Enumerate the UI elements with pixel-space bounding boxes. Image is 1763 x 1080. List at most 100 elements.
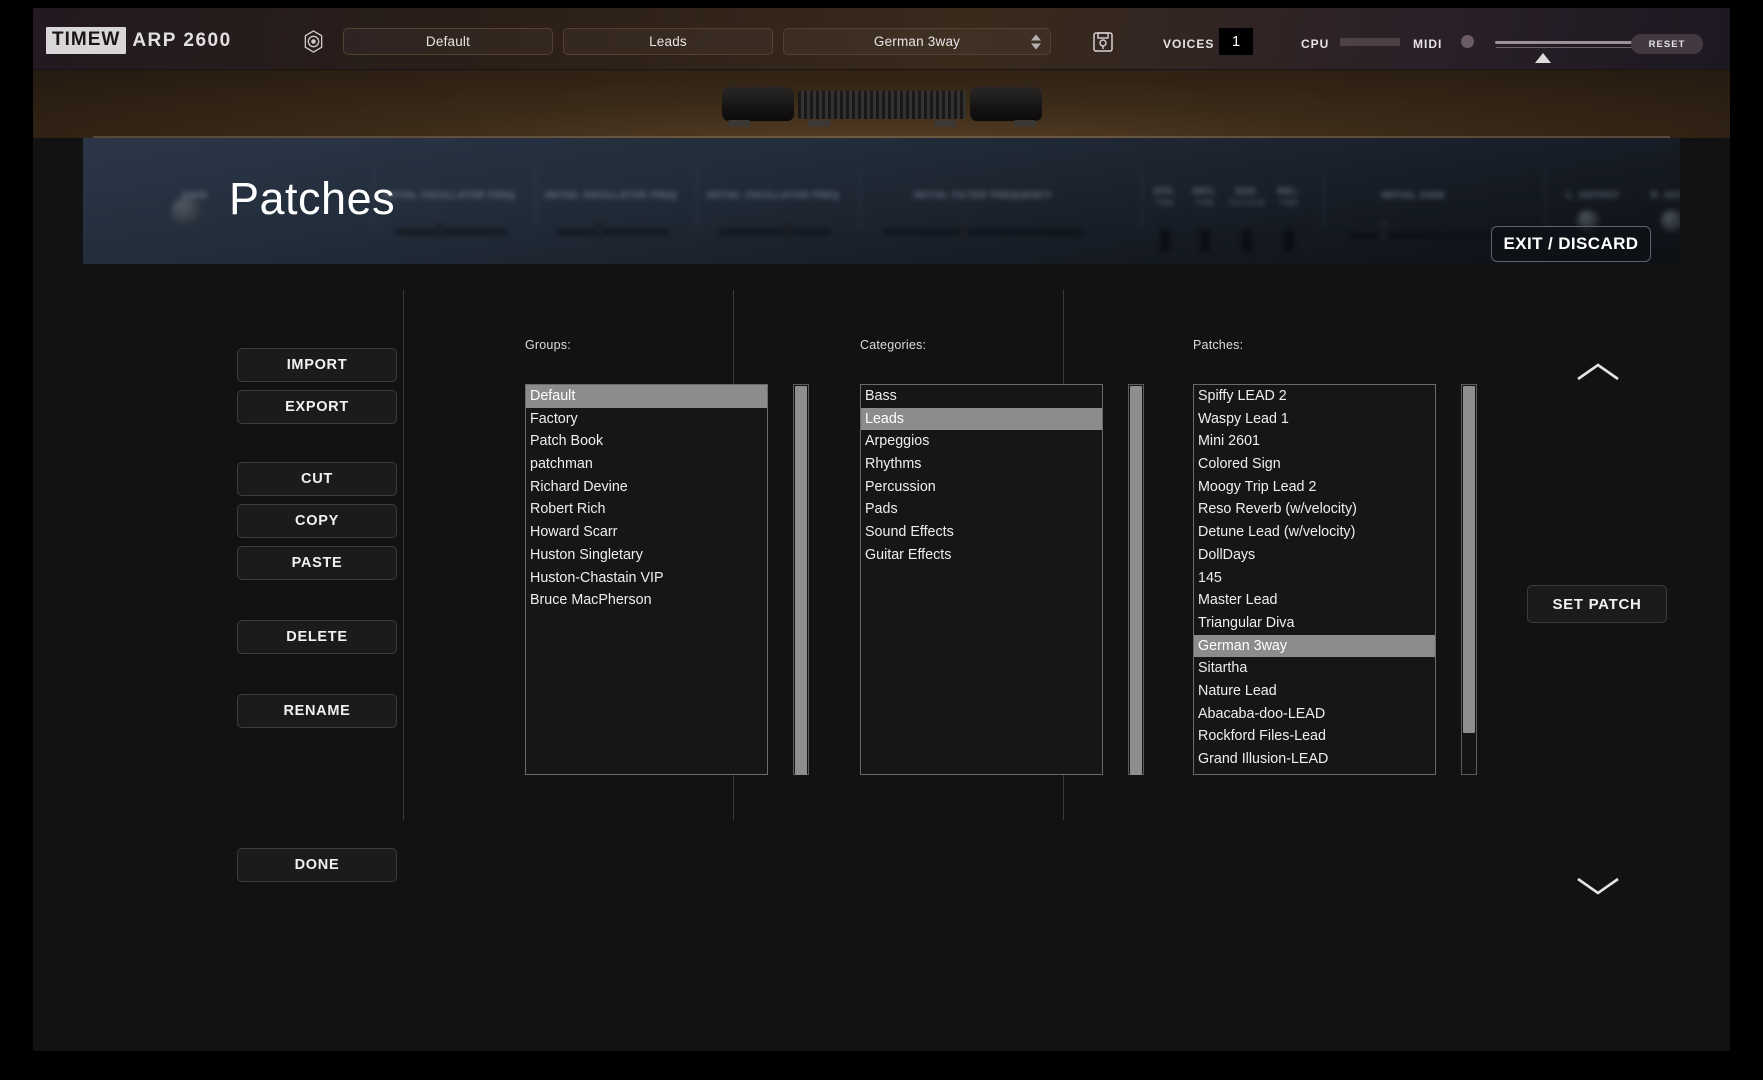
- done-button[interactable]: DONE: [237, 848, 397, 882]
- category-item[interactable]: Bass: [861, 385, 1102, 408]
- patch-item[interactable]: German 3way: [1194, 635, 1435, 658]
- category-item[interactable]: Leads: [861, 408, 1102, 431]
- category-item[interactable]: Arpeggios: [861, 430, 1102, 453]
- paste-button[interactable]: PASTE: [237, 546, 397, 580]
- copy-button[interactable]: COPY: [237, 504, 397, 538]
- group-item[interactable]: Patch Book: [526, 430, 767, 453]
- category-item[interactable]: Pads: [861, 498, 1102, 521]
- group-item[interactable]: Howard Scarr: [526, 521, 767, 544]
- category-item[interactable]: Guitar Effects: [861, 544, 1102, 567]
- delete-button[interactable]: DELETE: [237, 620, 397, 654]
- patch-item[interactable]: 145: [1194, 567, 1435, 590]
- patch-item[interactable]: Nature Lead: [1194, 680, 1435, 703]
- group-item[interactable]: Richard Devine: [526, 476, 767, 499]
- patch-item[interactable]: Colored Sign: [1194, 453, 1435, 476]
- cut-button[interactable]: CUT: [237, 462, 397, 496]
- category-item[interactable]: Rhythms: [861, 453, 1102, 476]
- patch-item[interactable]: DollDays: [1194, 544, 1435, 567]
- chevron-up-icon[interactable]: [1575, 360, 1621, 384]
- panel-label-osc1: INITIAL OSCILLATOR FREQ: [383, 190, 516, 200]
- patches-label: Patches:: [1193, 338, 1243, 352]
- hardware-photo-strip: [33, 70, 1730, 138]
- patch-item[interactable]: Spiffy LEAD 2: [1194, 385, 1435, 408]
- category-item[interactable]: Sound Effects: [861, 521, 1102, 544]
- set-patch-button[interactable]: SET PATCH: [1527, 585, 1667, 623]
- panel-label-filter: INITIAL FILTER FREQUENCY: [914, 190, 1052, 200]
- patch-item[interactable]: Detune Lead (w/velocity): [1194, 521, 1435, 544]
- spinner-down-icon[interactable]: [1031, 43, 1041, 49]
- group-item[interactable]: Default: [526, 385, 767, 408]
- category-item[interactable]: Percussion: [861, 476, 1102, 499]
- preset-group-field[interactable]: Default: [343, 28, 553, 55]
- preset-patch-value: German 3way: [874, 34, 960, 49]
- cpu-label: CPU: [1301, 37, 1329, 51]
- group-item[interactable]: Huston-Chastain VIP: [526, 567, 767, 590]
- groups-scrollbar-thumb[interactable]: [795, 386, 807, 775]
- patch-item[interactable]: Abacaba-doo-LEAD: [1194, 703, 1435, 726]
- preset-category-value: Leads: [649, 34, 687, 49]
- application-root: TIMEW ARP 2600 Default Leads German 3way: [0, 0, 1763, 1080]
- voices-value[interactable]: 1: [1218, 27, 1254, 56]
- preset-patch-field[interactable]: German 3way: [783, 28, 1051, 55]
- panel-label-r-output: R. OUTPUT: [1651, 190, 1680, 200]
- import-button[interactable]: IMPORT: [237, 348, 397, 382]
- categories-listbox[interactable]: BassLeadsArpeggiosRhythmsPercussionPadsS…: [860, 384, 1103, 775]
- patch-item[interactable]: Waspy Lead 1: [1194, 408, 1435, 431]
- chevron-down-icon[interactable]: [1575, 874, 1621, 898]
- patch-item[interactable]: Triangular Diva: [1194, 612, 1435, 635]
- panel-label-atk: ATK.: [1154, 186, 1177, 196]
- top-toolbar: TIMEW ARP 2600 Default Leads German 3way: [33, 8, 1730, 70]
- brand-name: ARP 2600: [132, 30, 231, 52]
- panel-label-gain: GAIN: [183, 190, 208, 200]
- patch-item[interactable]: Sitartha: [1194, 657, 1435, 680]
- group-item[interactable]: patchman: [526, 453, 767, 476]
- reset-button[interactable]: RESET: [1631, 34, 1703, 54]
- patch-item[interactable]: Reso Reverb (w/velocity): [1194, 498, 1435, 521]
- rename-button[interactable]: RENAME: [237, 694, 397, 728]
- patch-spinner[interactable]: [1031, 34, 1041, 49]
- group-item[interactable]: Bruce MacPherson: [526, 589, 767, 612]
- cpu-meter: [1340, 38, 1400, 46]
- panel-label-osc3: INITIAL OSCILLATOR FREQ: [707, 190, 840, 200]
- midi-indicator-led: [1461, 35, 1474, 48]
- spinner-up-icon[interactable]: [1031, 34, 1041, 40]
- exit-discard-button[interactable]: EXIT / DISCARD: [1491, 226, 1651, 262]
- group-item[interactable]: Robert Rich: [526, 498, 767, 521]
- panel-label-sus: SUS.: [1235, 186, 1258, 196]
- panel-label-initial-gain: INITIAL GAIN: [1381, 190, 1445, 200]
- group-item[interactable]: Huston Singletary: [526, 544, 767, 567]
- preset-category-field[interactable]: Leads: [563, 28, 773, 55]
- patch-browser-body: IMPORT EXPORT CUT COPY PASTE DELETE RENA…: [33, 264, 1730, 1051]
- brand-logo: TIMEW ARP 2600: [46, 27, 232, 54]
- patches-listbox[interactable]: Spiffy LEAD 2Waspy Lead 1Mini 2601Colore…: [1193, 384, 1436, 775]
- patch-item[interactable]: Master Lead: [1194, 589, 1435, 612]
- brand-mark: TIMEW: [46, 27, 126, 54]
- categories-scrollbar-thumb[interactable]: [1130, 386, 1142, 775]
- patches-scrollbar[interactable]: [1461, 384, 1477, 775]
- patch-item[interactable]: Moogy Trip Lead 2: [1194, 476, 1435, 499]
- groups-label: Groups:: [525, 338, 571, 352]
- patch-item[interactable]: Plastic Lead: [1194, 771, 1435, 775]
- categories-scrollbar[interactable]: [1128, 384, 1144, 775]
- master-volume-slider[interactable]: [1495, 41, 1640, 44]
- panel-sublabel-rel: TIME: [1279, 200, 1298, 207]
- preset-group-value: Default: [426, 34, 470, 49]
- group-item[interactable]: Factory: [526, 408, 767, 431]
- panel-label-osc2: INITIAL OSCILLATOR FREQ: [545, 190, 678, 200]
- groups-scrollbar[interactable]: [793, 384, 809, 775]
- export-button[interactable]: EXPORT: [237, 390, 397, 424]
- panel-label-l-output: L. OUTPUT: [1567, 190, 1620, 200]
- knob-icon[interactable]: [302, 30, 325, 53]
- patch-item[interactable]: Rockford Files-Lead: [1194, 725, 1435, 748]
- categories-label: Categories:: [860, 338, 926, 352]
- floppy-disk-icon[interactable]: [1088, 28, 1118, 56]
- patch-item[interactable]: Grand Illusion-LEAD: [1194, 748, 1435, 771]
- groups-listbox[interactable]: DefaultFactoryPatch BookpatchmanRichard …: [525, 384, 768, 775]
- case-handle: [722, 85, 1042, 125]
- panel-label-rel: REL.: [1278, 186, 1301, 196]
- patch-item[interactable]: Mini 2601: [1194, 430, 1435, 453]
- master-volume-handle[interactable]: [1535, 53, 1551, 63]
- plugin-window: TIMEW ARP 2600 Default Leads German 3way: [33, 8, 1730, 1051]
- page-title: Patches: [229, 173, 395, 225]
- patches-scrollbar-thumb[interactable]: [1463, 386, 1475, 733]
